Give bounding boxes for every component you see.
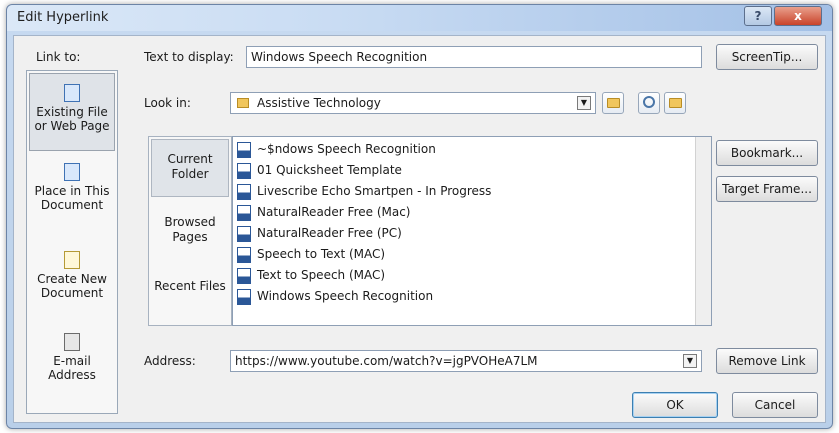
word-document-icon: [237, 204, 251, 221]
look-in-select[interactable]: Assistive Technology ▼: [230, 92, 596, 114]
tab-recent-files[interactable]: Recent Files: [151, 269, 229, 323]
link-to-existing-file[interactable]: Existing File or Web Page: [29, 73, 115, 151]
browse-tabs: Current Folder Browsed Pages Recent File…: [148, 136, 232, 326]
address-input[interactable]: https://www.youtube.com/watch?v=jgPVOHeA…: [230, 350, 702, 372]
file-name: NaturalReader Free (PC): [257, 226, 402, 240]
text-to-display-label: Text to display:: [144, 50, 234, 64]
cancel-button[interactable]: Cancel: [732, 392, 818, 418]
browse-web-button[interactable]: [638, 92, 660, 114]
title-bar: Edit Hyperlink ? x: [7, 5, 832, 31]
list-item[interactable]: NaturalReader Free (PC): [237, 223, 402, 244]
globe-icon: [64, 163, 80, 181]
tab-current-folder-label: Current Folder: [167, 152, 213, 181]
ok-button[interactable]: OK: [632, 392, 718, 418]
look-in-value: Assistive Technology: [257, 96, 381, 110]
remove-link-button[interactable]: Remove Link: [716, 348, 818, 374]
chevron-down-icon[interactable]: ▼: [577, 96, 591, 110]
look-in-label: Look in:: [144, 96, 191, 110]
tab-recent-files-label: Recent Files: [154, 279, 226, 293]
up-folder-icon: [607, 98, 620, 108]
list-item[interactable]: Speech to Text (MAC): [237, 244, 385, 265]
word-document-icon: [237, 141, 251, 158]
file-name: Livescribe Echo Smartpen - In Progress: [257, 184, 492, 198]
help-button[interactable]: ?: [744, 6, 772, 26]
word-document-icon: [237, 288, 251, 305]
list-item[interactable]: ~$ndows Speech Recognition: [237, 139, 436, 160]
text-to-display-input[interactable]: Windows Speech Recognition: [246, 46, 702, 68]
file-list[interactable]: ~$ndows Speech Recognition 01 Quicksheet…: [232, 136, 712, 326]
list-scrollbar[interactable]: [695, 137, 711, 325]
dialog-content: Link to: Existing File or Web Page Place…: [13, 35, 826, 423]
list-item[interactable]: 01 Quicksheet Template: [237, 160, 402, 181]
close-button[interactable]: x: [774, 6, 822, 26]
link-to-new-document[interactable]: Create New Document: [29, 251, 115, 321]
edit-hyperlink-dialog: Edit Hyperlink ? x Link to: Existing Fil…: [6, 4, 833, 429]
up-folder-button[interactable]: [602, 92, 624, 114]
file-icon: [64, 84, 80, 102]
folder-icon: [237, 98, 249, 108]
file-name: ~$ndows Speech Recognition: [257, 142, 436, 156]
link-to-bar: Existing File or Web Page Place in This …: [26, 70, 118, 414]
link-to-place-in-document-label: Place in This Document: [34, 184, 110, 212]
address-label: Address:: [144, 354, 196, 368]
tab-browsed-pages-label: Browsed Pages: [164, 215, 216, 244]
file-name: 01 Quicksheet Template: [257, 163, 402, 177]
browse-file-button[interactable]: [664, 92, 686, 114]
target-frame-button[interactable]: Target Frame...: [716, 176, 818, 202]
word-document-icon: [237, 225, 251, 242]
tab-current-folder[interactable]: Current Folder: [151, 139, 229, 197]
tab-browsed-pages[interactable]: Browsed Pages: [151, 205, 229, 261]
list-item[interactable]: NaturalReader Free (Mac): [237, 202, 411, 223]
link-to-new-document-label: Create New Document: [37, 272, 107, 300]
link-to-place-in-document[interactable]: Place in This Document: [29, 163, 115, 239]
chevron-down-icon[interactable]: ▼: [683, 354, 697, 368]
word-document-icon: [237, 162, 251, 179]
link-to-email-address[interactable]: E-mail Address: [29, 333, 115, 409]
link-to-existing-file-label: Existing File or Web Page: [34, 105, 110, 133]
list-item[interactable]: Windows Speech Recognition: [237, 286, 433, 307]
bookmark-button[interactable]: Bookmark...: [716, 140, 818, 166]
word-document-icon: [237, 246, 251, 263]
list-item[interactable]: Text to Speech (MAC): [237, 265, 385, 286]
list-item[interactable]: Livescribe Echo Smartpen - In Progress: [237, 181, 491, 202]
address-value: https://www.youtube.com/watch?v=jgPVOHeA…: [235, 354, 538, 368]
email-icon: [64, 333, 80, 351]
file-name: Speech to Text (MAC): [257, 247, 386, 261]
dialog-title: Edit Hyperlink: [17, 10, 109, 25]
open-folder-icon: [669, 98, 682, 108]
link-to-email-address-label: E-mail Address: [48, 354, 96, 382]
screentip-button[interactable]: ScreenTip...: [716, 44, 818, 70]
word-document-icon: [237, 267, 251, 284]
new-document-icon: [64, 251, 80, 269]
file-name: NaturalReader Free (Mac): [257, 205, 411, 219]
word-document-icon: [237, 183, 251, 200]
search-icon: [643, 96, 655, 108]
file-name: Text to Speech (MAC): [257, 268, 386, 282]
file-name: Windows Speech Recognition: [257, 289, 434, 303]
link-to-label: Link to:: [36, 50, 81, 64]
